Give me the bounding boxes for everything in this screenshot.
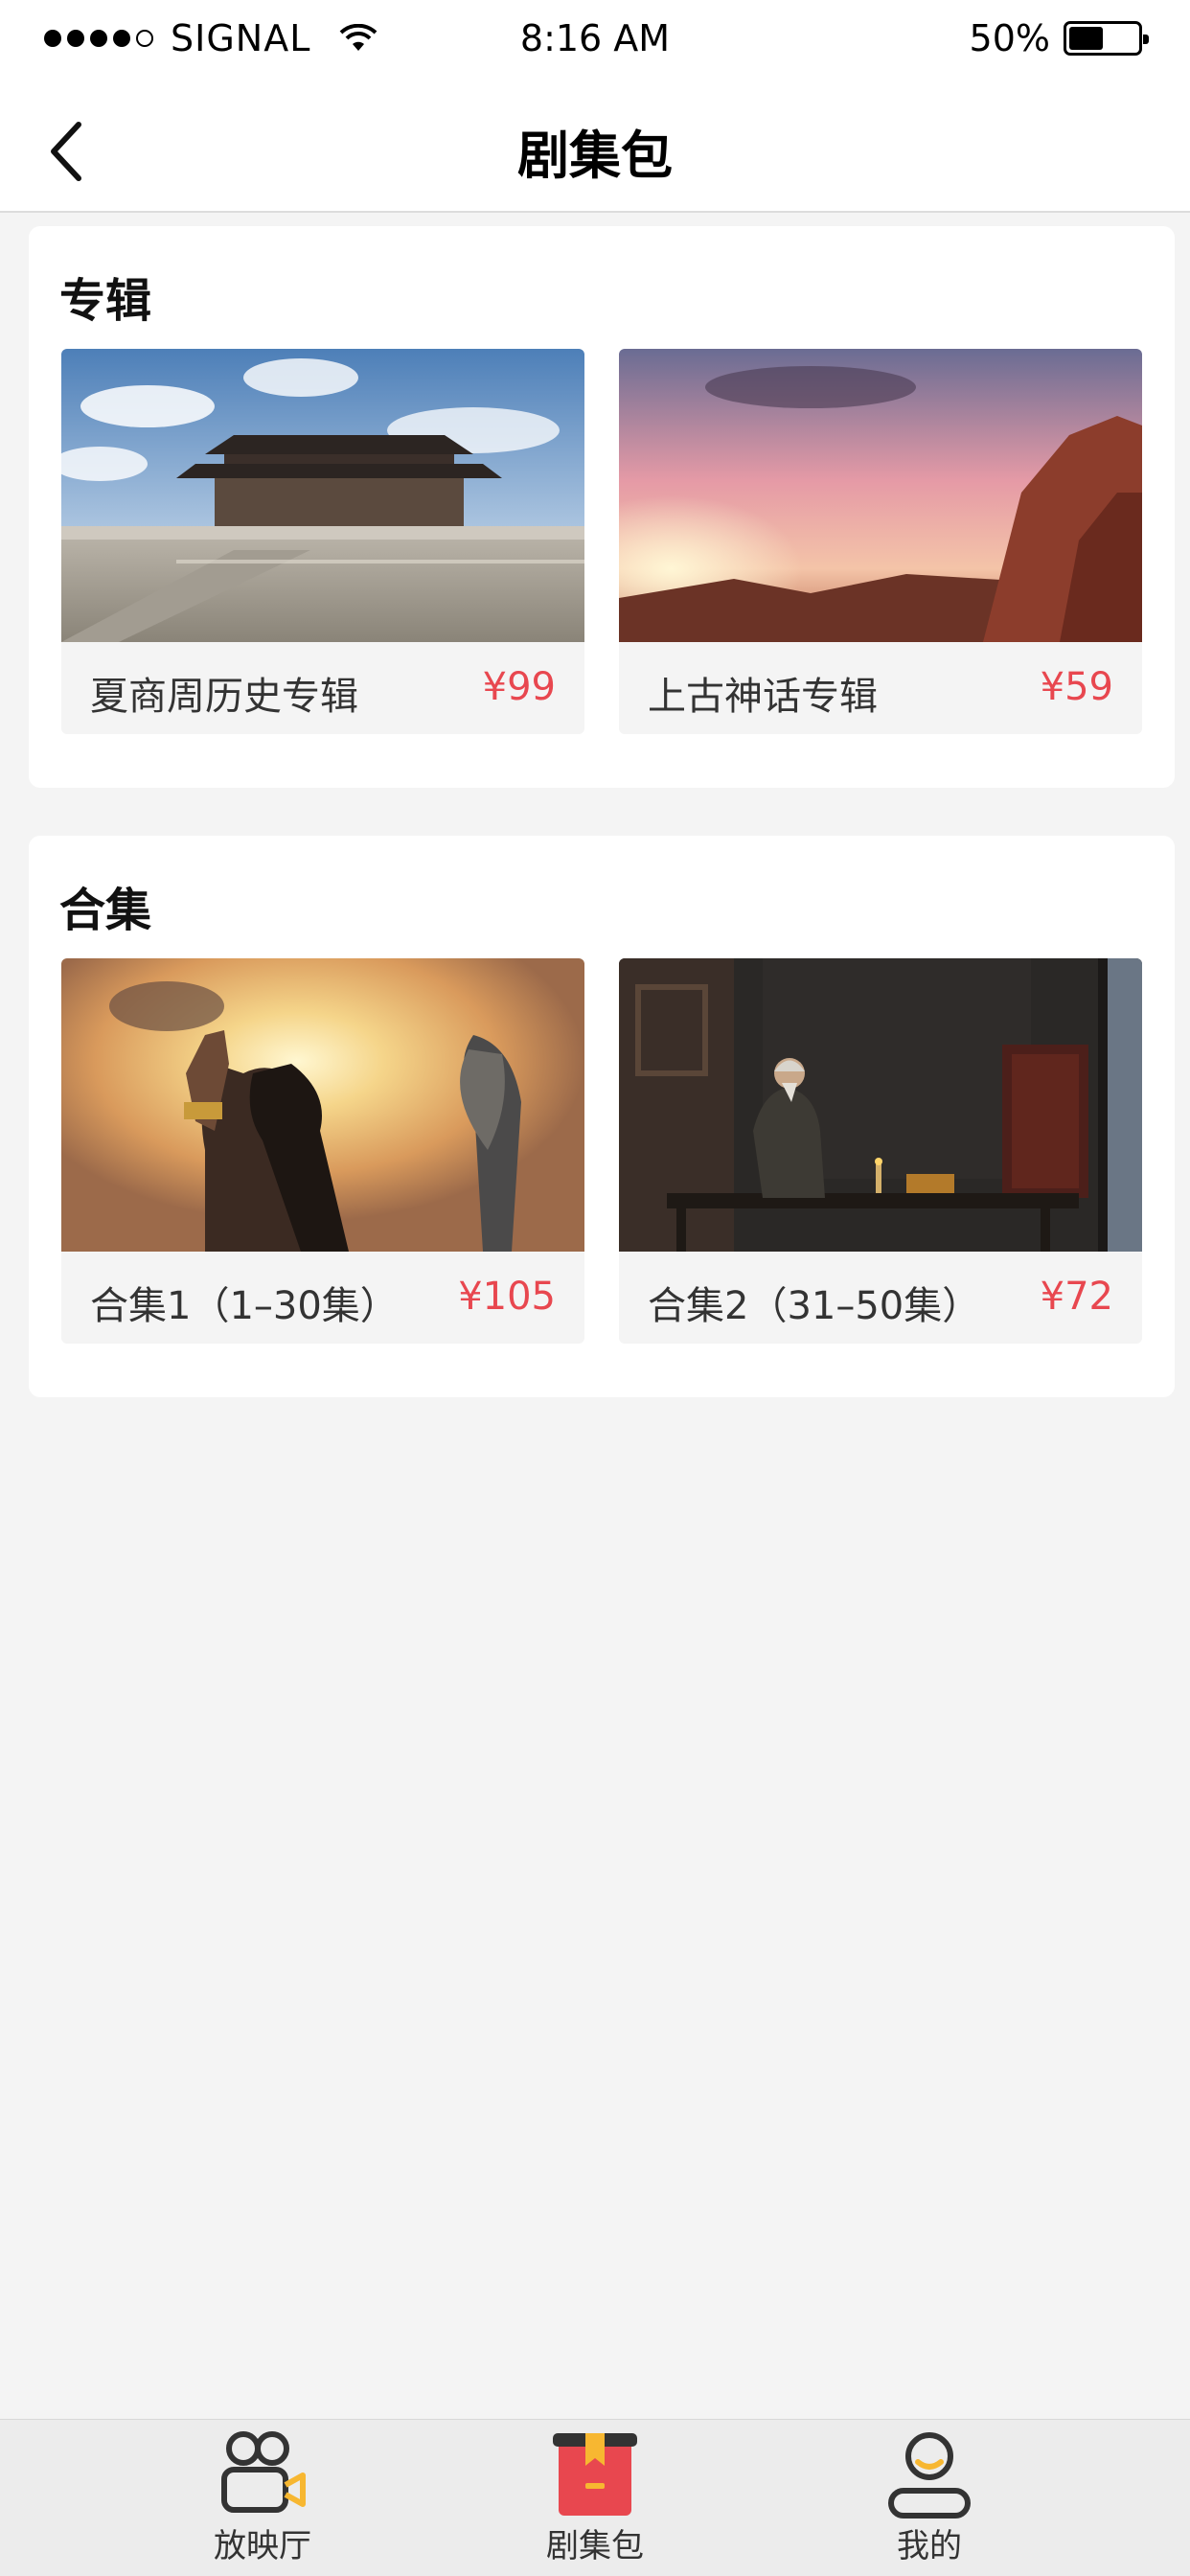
tab-label-cinema: 放映厅 (214, 2527, 311, 2565)
album-price: ¥59 (1040, 665, 1113, 709)
album-name: 上古神话专辑 (648, 675, 878, 719)
album-card-footer: 夏商周历史专辑 ¥99 (61, 642, 584, 734)
tab-cinema[interactable]: 放映厅 (119, 2420, 406, 2576)
collection-card-2[interactable]: 合集2（31–50集） ¥72 (619, 958, 1142, 1344)
bottom-tab-bar: 放映厅 剧集包 我的 (0, 2419, 1190, 2576)
album-cover-image (61, 349, 584, 642)
tab-mine[interactable]: 我的 (786, 2420, 1073, 2576)
collection-name: 合集2（31–50集） (648, 1284, 981, 1328)
cinema-icon (221, 2431, 306, 2513)
album-price: ¥99 (482, 665, 556, 709)
album-name: 夏商周历史专辑 (90, 675, 358, 719)
album-cover-image (619, 349, 1142, 642)
collection-cover-image (61, 958, 584, 1252)
album-card-ancient-myths[interactable]: 上古神话专辑 ¥59 (619, 349, 1142, 734)
tab-series-pack[interactable]: 剧集包 (451, 2420, 739, 2576)
tab-label-mine: 我的 (897, 2527, 962, 2565)
tab-label-series-pack: 剧集包 (546, 2527, 644, 2565)
collection-price: ¥105 (458, 1275, 556, 1319)
battery-percent: 50% (969, 17, 1050, 59)
page-title: 剧集包 (517, 126, 673, 186)
collections-section: 合集 合集1（1–30集） ¥105 合集2（31–50集） ¥72 (29, 836, 1175, 1397)
navigation-bar: 剧集包 (0, 80, 1190, 213)
album-card-footer: 上古神话专辑 ¥59 (619, 642, 1142, 734)
section-title-albums: 专辑 (59, 274, 152, 328)
status-bar: SIGNAL 8:16 AM 50% (0, 0, 1190, 80)
collection-card-1[interactable]: 合集1（1–30集） ¥105 (61, 958, 584, 1344)
collection-card-footer: 合集2（31–50集） ¥72 (619, 1252, 1142, 1344)
collection-name: 合集1（1–30集） (90, 1284, 399, 1328)
section-title-collections: 合集 (59, 884, 152, 937)
albums-section: 专辑 夏商周历史专辑 ¥99 上古神话专辑 ¥59 (29, 226, 1175, 788)
user-icon (888, 2432, 971, 2518)
bookmark-box-icon (553, 2433, 637, 2516)
collection-cover-image (619, 958, 1142, 1252)
battery-status: 50% (969, 17, 1149, 59)
collection-price: ¥72 (1040, 1275, 1113, 1319)
album-card-xia-shang-zhou[interactable]: 夏商周历史专辑 ¥99 (61, 349, 584, 734)
battery-icon (1064, 21, 1149, 56)
collection-card-footer: 合集1（1–30集） ¥105 (61, 1252, 584, 1344)
